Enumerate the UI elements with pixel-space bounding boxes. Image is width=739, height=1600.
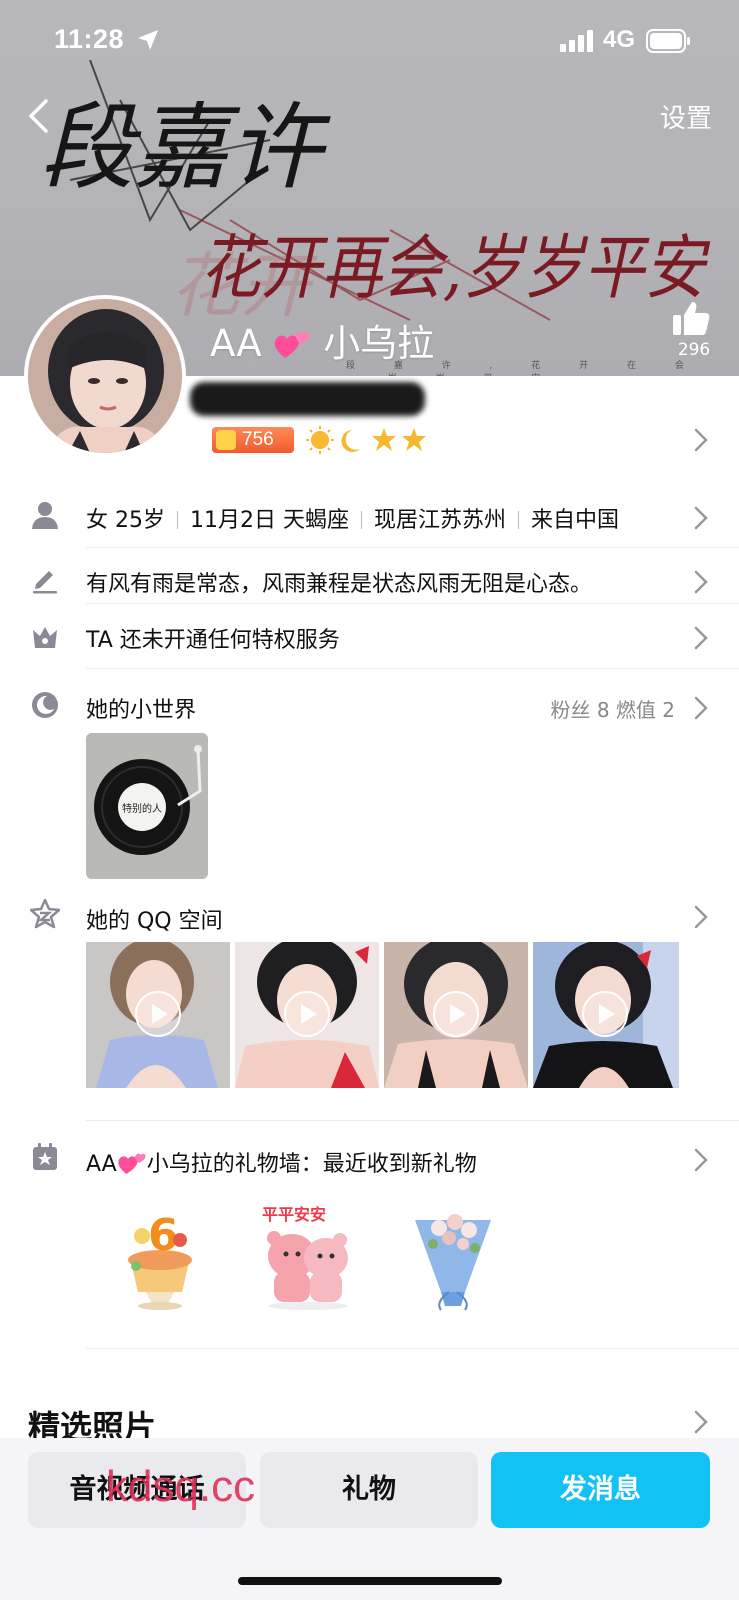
chevron-right-icon	[694, 696, 708, 720]
avatar-image	[28, 299, 182, 453]
qzone-video-thumb[interactable]	[384, 942, 528, 1088]
gender-age: 女 25岁	[86, 508, 165, 533]
signal-icon	[560, 30, 593, 52]
two-hearts-icon	[118, 1153, 146, 1175]
separator	[177, 511, 178, 529]
divider	[86, 547, 739, 548]
gift-wall-prefix: AA	[86, 1152, 117, 1177]
small-world-title: 她的小世界	[86, 698, 197, 723]
av-call-button[interactable]: 音视频通话	[28, 1452, 246, 1528]
qzone-video-thumb[interactable]	[235, 942, 379, 1088]
qzone-video-thumb[interactable]	[533, 942, 679, 1088]
privilege-row[interactable]: TA 还未开通任何特权服务	[0, 612, 739, 662]
qzone-row[interactable]: 她的 QQ 空间	[0, 893, 739, 937]
gift-birthday-cake[interactable]: 6	[112, 1200, 208, 1312]
chevron-right-icon	[694, 1148, 708, 1172]
qzone-video-thumb[interactable]	[86, 942, 230, 1088]
settings-button[interactable]: 设置	[660, 98, 712, 135]
separator	[518, 511, 520, 529]
chevron-right-icon[interactable]	[694, 1410, 708, 1434]
like-count: 296	[677, 340, 711, 360]
avatar[interactable]	[24, 295, 186, 457]
chevron-right-icon	[694, 626, 708, 650]
small-world-card[interactable]: 特别的人	[86, 733, 208, 879]
crown-icon	[33, 627, 57, 648]
moon-circle-icon	[32, 692, 58, 718]
gift-wall-suffix: 小乌拉的礼物墙：最近收到新礼物	[146, 1152, 477, 1177]
flame-icon	[216, 430, 236, 450]
basic-info-row[interactable]: 女 25岁 11月2日 天蝎座 现居江苏苏州 来自中国	[0, 492, 739, 542]
level-sun-moon-star-icons[interactable]	[306, 425, 430, 455]
basic-info-text: 女 25岁 11月2日 天蝎座 现居江苏苏州 来自中国	[86, 502, 619, 534]
redacted-account-id	[190, 382, 425, 416]
birthday: 11月2日 天蝎座	[190, 508, 349, 533]
send-message-button[interactable]: 发消息	[491, 1452, 710, 1528]
chevron-right-icon	[694, 570, 708, 594]
home-indicator	[238, 1577, 502, 1585]
pink-bears-icon: 平平安安	[262, 1205, 348, 1310]
nickname-suffix: 小乌拉	[323, 322, 435, 365]
two-hearts-icon	[275, 332, 310, 358]
status-time: 11:28	[54, 24, 125, 54]
thumbs-up-icon[interactable]	[672, 300, 710, 336]
status-bar: 11:28 4G	[0, 22, 739, 62]
small-world-stats: 粉丝 8 燃值 2	[550, 698, 675, 722]
person-icon	[32, 502, 58, 529]
nickname-prefix: AA	[210, 322, 262, 365]
bouquet-icon	[415, 1214, 491, 1311]
pencil-icon	[33, 571, 57, 594]
gift-flower-bouquet[interactable]	[405, 1200, 501, 1312]
signature-row[interactable]: 有风有雨是常态，风雨兼程是状态风雨无阻是心态。	[0, 556, 739, 606]
banner-title-1: 段嘉许	[40, 94, 331, 203]
battery-icon	[646, 29, 690, 53]
divider	[86, 1348, 739, 1349]
cake-icon: 6	[128, 1210, 192, 1310]
network-label: 4G	[603, 26, 636, 53]
gift-wall-title: AA 小乌拉的礼物墙：最近收到新礼物	[86, 1146, 477, 1178]
banner-title-2: 花开再会,岁岁平安	[200, 227, 711, 309]
back-chevron-icon[interactable]	[26, 98, 50, 134]
separator	[361, 511, 362, 529]
small-world-row[interactable]: 她的小世界 粉丝 8 燃值 2	[0, 680, 739, 730]
nickname: AA 小乌拉	[210, 313, 434, 367]
divider	[86, 603, 739, 604]
location-arrow-icon	[138, 30, 158, 50]
gift-2-label: 平平安安	[262, 1205, 326, 1224]
vinyl-label: 特别的人	[122, 804, 162, 815]
chevron-right-icon	[694, 905, 708, 929]
svg-text:6: 6	[148, 1210, 179, 1261]
privilege-text: TA 还未开通任何特权服务	[86, 628, 340, 653]
level-value: 756	[242, 429, 274, 450]
signature-text: 有风有雨是常态，风雨兼程是状态风雨无阻是心态。	[86, 572, 593, 597]
chevron-right-icon	[694, 506, 708, 530]
origin: 来自中国	[531, 508, 620, 533]
divider	[86, 1120, 739, 1121]
gift-wall-row[interactable]: AA 小乌拉的礼物墙：最近收到新礼物	[0, 1136, 739, 1180]
divider	[86, 668, 739, 669]
gift-icon	[33, 1143, 57, 1170]
location: 现居江苏苏州	[374, 508, 507, 533]
star-badge-icon	[30, 899, 60, 929]
gift-button[interactable]: 礼物	[260, 1452, 478, 1528]
gift-peace-bears[interactable]: 平平安安	[258, 1200, 358, 1312]
profile-chevron-icon[interactable]	[694, 428, 708, 452]
qzone-title: 她的 QQ 空间	[86, 909, 223, 934]
level-badge[interactable]: 756	[212, 427, 294, 453]
